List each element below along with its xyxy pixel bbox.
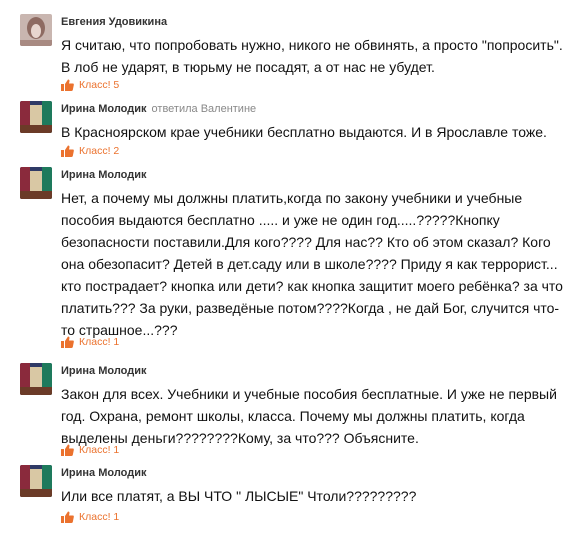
author-name[interactable]: Ирина Молодик <box>61 365 146 377</box>
comment-text: Я считаю, что попробовать нужно, никого … <box>61 37 563 75</box>
avatar-photo-icon <box>20 101 52 133</box>
like-count: Класс! 5 <box>79 79 120 91</box>
comment-text: Или все платят, а ВЫ ЧТО " ЛЫСЫЕ" Чтоли?… <box>61 488 417 504</box>
comment-header: Ирина Молодик <box>61 466 146 480</box>
avatar-photo-icon <box>20 465 52 497</box>
avatar[interactable] <box>20 363 52 395</box>
like-button[interactable]: Класс! 1 <box>61 510 119 524</box>
comment-header: Ирина Молодик <box>61 168 146 182</box>
comment-text: Закон для всех. Учебники и учебные пособ… <box>61 386 557 446</box>
author-name[interactable]: Ирина Молодик <box>61 103 146 115</box>
author-name[interactable]: Ирина Молодик <box>61 467 146 479</box>
author-name[interactable]: Евгения Удовикина <box>61 16 167 28</box>
like-button[interactable]: Класс! 1 <box>61 443 119 457</box>
like-button[interactable]: Класс! 5 <box>61 78 119 92</box>
like-count: Класс! 2 <box>79 145 120 157</box>
avatar[interactable] <box>20 14 52 46</box>
like-count: Класс! 1 <box>79 444 120 456</box>
comment-header: Евгения Удовикина <box>61 15 167 29</box>
thumbs-up-icon <box>61 79 74 91</box>
reply-to-label[interactable]: ответила Валентине <box>152 103 257 115</box>
avatar-photo-icon <box>20 14 52 46</box>
author-name[interactable]: Ирина Молодик <box>61 169 146 181</box>
thumbs-up-icon <box>61 336 74 348</box>
like-count: Класс! 1 <box>79 511 120 523</box>
avatar[interactable] <box>20 167 52 199</box>
comment-header: Ирина Молодик <box>61 364 146 378</box>
like-button[interactable]: Класс! 2 <box>61 144 119 158</box>
avatar[interactable] <box>20 465 52 497</box>
like-count: Класс! 1 <box>79 336 120 348</box>
thumbs-up-icon <box>61 511 74 523</box>
avatar-photo-icon <box>20 167 52 199</box>
comment-text: Нет, а почему мы должны платить,когда по… <box>61 190 563 338</box>
like-button[interactable]: Класс! 1 <box>61 335 119 349</box>
avatar-photo-icon <box>20 363 52 395</box>
thumbs-up-icon <box>61 444 74 456</box>
thumbs-up-icon <box>61 145 74 157</box>
avatar[interactable] <box>20 101 52 133</box>
comment-text: В Красноярском крае учебники бесплатно в… <box>61 124 547 140</box>
comment-header: Ирина Молодик ответила Валентине <box>61 102 256 116</box>
